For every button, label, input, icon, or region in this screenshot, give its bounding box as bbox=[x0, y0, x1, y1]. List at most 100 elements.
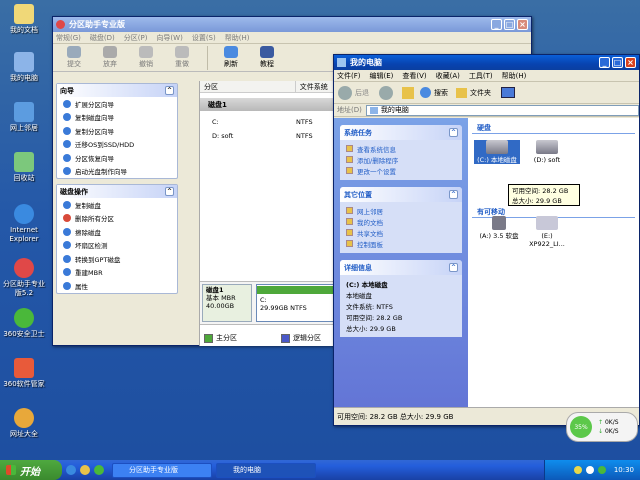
wizard-item[interactable]: 扩展分区向导 bbox=[57, 97, 177, 111]
desktop-icon-url-directory[interactable]: 网址大全 bbox=[2, 408, 46, 439]
tray-volume-icon[interactable] bbox=[585, 466, 594, 474]
menu-edit[interactable]: 编辑(E) bbox=[370, 71, 394, 81]
menu-help[interactable]: 帮助(H) bbox=[225, 33, 250, 43]
details-header[interactable]: 详细信息 ^ bbox=[340, 260, 462, 275]
desktop-icon-ie[interactable]: Internet Explorer bbox=[2, 204, 46, 244]
quicklaunch-ie-icon[interactable] bbox=[66, 465, 76, 475]
task-my-computer[interactable]: 我的电脑 bbox=[216, 462, 316, 478]
minimize-button[interactable]: _ bbox=[491, 19, 502, 30]
system-tasks-header[interactable]: 系统任务 ^ bbox=[340, 125, 462, 140]
redo-icon bbox=[175, 46, 189, 58]
views-icon[interactable] bbox=[501, 87, 515, 98]
place-link[interactable]: 共享文档 bbox=[346, 227, 456, 238]
tray-360-icon[interactable] bbox=[597, 466, 606, 474]
wizard-item-icon bbox=[63, 126, 71, 135]
discard-button[interactable]: 放弃 bbox=[93, 46, 127, 69]
close-button[interactable]: × bbox=[625, 57, 636, 68]
disk-op-item[interactable]: 坏扇区检测 bbox=[57, 239, 177, 253]
desktop-icon-my-documents[interactable]: 我的文档 bbox=[2, 4, 46, 35]
collapse-icon[interactable]: ^ bbox=[449, 128, 458, 137]
refresh-button[interactable]: 刷新 bbox=[214, 46, 248, 69]
disk-op-label: 删除所有分区 bbox=[75, 215, 114, 224]
desktop-icon-my-computer[interactable]: 我的电脑 bbox=[2, 52, 46, 83]
disk-op-item[interactable]: 擦除磁盘 bbox=[57, 225, 177, 239]
wizard-panel-header[interactable]: 向导 ^ bbox=[57, 84, 177, 97]
disk-map-info[interactable]: 磁盘1 基本 MBR 40.00GB bbox=[202, 284, 252, 322]
start-button[interactable]: 开始 bbox=[0, 460, 62, 480]
other-places-body: 网上邻居 我的文档 共享文档 控制面板 bbox=[340, 202, 462, 253]
collapse-icon[interactable]: ^ bbox=[449, 190, 458, 199]
back-label[interactable]: 后退 bbox=[355, 88, 369, 98]
desktop-icon-network[interactable]: 网上邻居 bbox=[2, 102, 46, 133]
up-folder-icon[interactable] bbox=[402, 86, 414, 99]
submit-button[interactable]: 提交 bbox=[57, 46, 91, 69]
menu-wizard[interactable]: 向导(W) bbox=[156, 33, 182, 43]
folders-label[interactable]: 文件夹 bbox=[470, 88, 491, 98]
minimize-button[interactable]: _ bbox=[599, 57, 610, 68]
desktop-icon-360-safeguard[interactable]: 360安全卫士 bbox=[2, 308, 46, 339]
other-places-header[interactable]: 其它位置 ^ bbox=[340, 187, 462, 202]
drive-c[interactable]: (C:) 本地磁盘 bbox=[474, 140, 520, 164]
folders-icon[interactable] bbox=[456, 87, 467, 98]
menu-tools[interactable]: 工具(T) bbox=[469, 71, 493, 81]
menu-file[interactable]: 文件(F) bbox=[337, 71, 361, 81]
task-link-icon bbox=[346, 167, 353, 174]
disk-op-item[interactable]: 重建MBR bbox=[57, 266, 177, 280]
tutorial-button[interactable]: 教程 bbox=[250, 46, 284, 69]
disk-op-item[interactable]: 复制磁盘 bbox=[57, 198, 177, 212]
mc-titlebar[interactable]: 我的电脑 _ □ × bbox=[334, 55, 639, 70]
task-link[interactable]: 查看系统信息 bbox=[346, 143, 456, 154]
quicklaunch-desktop-icon[interactable] bbox=[94, 465, 104, 475]
address-input[interactable]: 我的电脑 bbox=[365, 104, 639, 116]
collapse-icon[interactable]: ^ bbox=[449, 263, 458, 272]
wizard-item[interactable]: 启动光盘制作向导 bbox=[57, 165, 177, 179]
disk-op-item[interactable]: 属性 bbox=[57, 279, 177, 293]
place-link[interactable]: 网上邻居 bbox=[346, 205, 456, 216]
search-label[interactable]: 搜索 bbox=[434, 88, 448, 98]
task-link[interactable]: 更改一个设置 bbox=[346, 165, 456, 176]
wizard-item[interactable]: 分区恢复向导 bbox=[57, 151, 177, 165]
wizard-item[interactable]: 复制磁盘向导 bbox=[57, 111, 177, 125]
close-button[interactable]: × bbox=[517, 19, 528, 30]
pa-titlebar[interactable]: 分区助手专业版 _ □ × bbox=[53, 17, 531, 32]
back-icon[interactable] bbox=[338, 85, 352, 100]
maximize-button[interactable]: □ bbox=[504, 19, 515, 30]
undo-button[interactable]: 撤销 bbox=[129, 46, 163, 69]
forward-icon[interactable] bbox=[379, 85, 393, 100]
col-partition[interactable]: 分区 bbox=[200, 81, 296, 92]
drive-d[interactable]: (D:) soft bbox=[524, 140, 570, 164]
task-label: 分区助手专业版 bbox=[129, 466, 178, 474]
wizard-item[interactable]: 迁移OS到SSD/HDD bbox=[57, 138, 177, 152]
menu-help[interactable]: 帮助(H) bbox=[502, 71, 527, 81]
hard-drive-icon bbox=[536, 140, 558, 154]
menu-view[interactable]: 查看(V) bbox=[402, 71, 426, 81]
search-icon[interactable] bbox=[420, 87, 431, 98]
task-partition-assistant[interactable]: 分区助手专业版 bbox=[112, 462, 212, 478]
menu-settings[interactable]: 设置(S) bbox=[192, 33, 216, 43]
drive-a[interactable]: (A:) 3.5 软盘 bbox=[476, 216, 522, 240]
menu-disk[interactable]: 磁盘(D) bbox=[90, 33, 115, 43]
wizard-item[interactable]: 复制分区向导 bbox=[57, 124, 177, 138]
desktop-icon-partition-assistant[interactable]: 分区助手专业版5.2 bbox=[2, 258, 46, 298]
menu-favorites[interactable]: 收藏(A) bbox=[436, 71, 460, 81]
partition-fs: NTFS bbox=[296, 132, 313, 140]
disk-ops-panel-header[interactable]: 磁盘操作 ^ bbox=[57, 185, 177, 198]
disk-op-item[interactable]: 转换到GPT磁盘 bbox=[57, 252, 177, 266]
desktop-icon-recycle-bin[interactable]: 回收站 bbox=[2, 152, 46, 183]
tray-network-icon[interactable] bbox=[573, 466, 582, 474]
maximize-button[interactable]: □ bbox=[612, 57, 623, 68]
menu-general[interactable]: 常规(G) bbox=[56, 33, 81, 43]
task-link[interactable]: 添加/删除程序 bbox=[346, 154, 456, 165]
quicklaunch-360-icon[interactable] bbox=[80, 465, 90, 475]
network-monitor[interactable]: 35% ↑ 0K/S ↓ 0K/S bbox=[566, 412, 638, 442]
collapse-icon[interactable]: ^ bbox=[165, 86, 174, 95]
disk-op-item[interactable]: 删除所有分区 bbox=[57, 212, 177, 226]
clock[interactable]: 10:30 bbox=[614, 466, 634, 474]
desktop-icon-360-software[interactable]: 360软件管家 bbox=[2, 358, 46, 389]
drive-e[interactable]: (E:) XP922_LI... bbox=[524, 216, 570, 248]
redo-button[interactable]: 重做 bbox=[165, 46, 199, 69]
place-link[interactable]: 控制面板 bbox=[346, 238, 456, 249]
place-link[interactable]: 我的文档 bbox=[346, 216, 456, 227]
collapse-icon[interactable]: ^ bbox=[165, 187, 174, 196]
menu-partition[interactable]: 分区(P) bbox=[124, 33, 148, 43]
